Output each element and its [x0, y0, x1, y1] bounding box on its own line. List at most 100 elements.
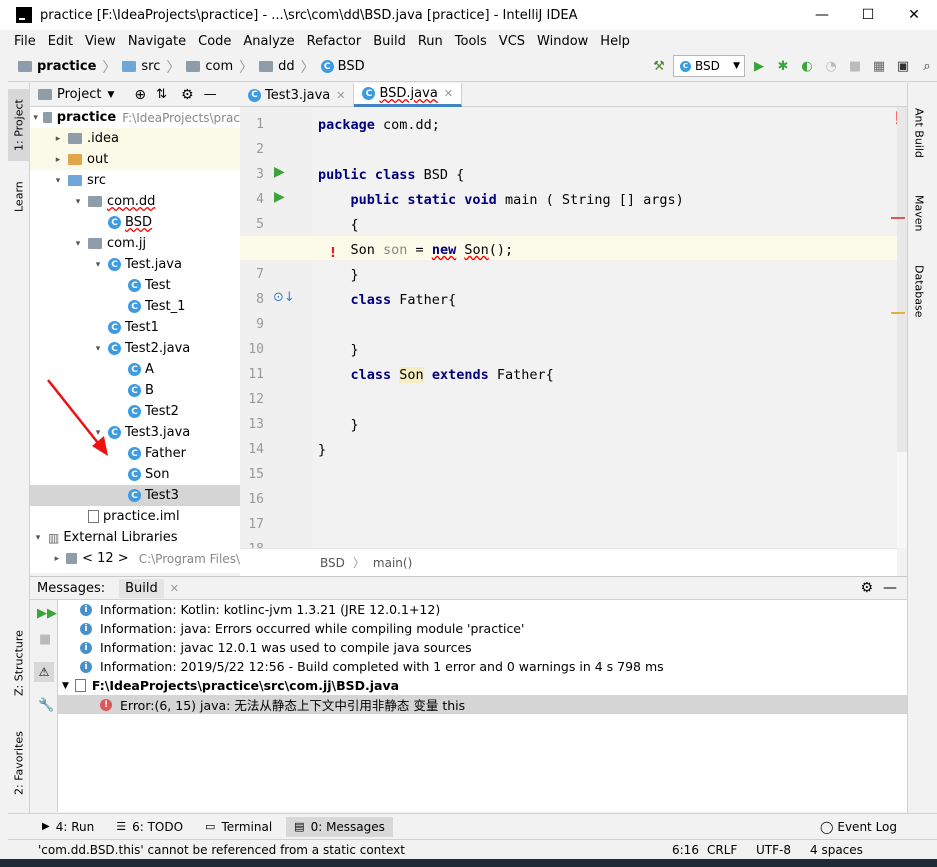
chevron-right-icon[interactable]: ▸ — [52, 134, 64, 144]
profile-icon[interactable]: ◔ — [821, 56, 841, 76]
close-button[interactable]: ✕ — [891, 0, 937, 30]
tab-project[interactable]: 1: Project — [8, 89, 30, 161]
chevron-down-icon[interactable]: ▼ — [107, 90, 114, 100]
chevron-down-icon[interactable]: ▾ — [92, 260, 104, 270]
message-row[interactable]: i Information: Kotlin: kotlinc-jvm 1.3.2… — [58, 600, 907, 619]
chevron-down-icon[interactable]: ▾ — [32, 533, 44, 543]
close-icon[interactable]: ✕ — [336, 89, 345, 102]
run-icon[interactable]: ▶ — [749, 56, 769, 76]
sdk-icon[interactable]: ▣ — [893, 56, 913, 76]
tab-bsd-java[interactable]: C BSD.java ✕ — [354, 83, 463, 107]
menu-refactor[interactable]: Refactor — [301, 34, 368, 49]
tab-run[interactable]: ▶ 4: Run — [34, 817, 102, 837]
event-log-button[interactable]: ◯ Event Log — [812, 817, 905, 837]
tree-item-test[interactable]: C Test — [30, 275, 240, 296]
maximize-button[interactable]: ☐ — [845, 0, 891, 30]
indent-setting[interactable]: 4 spaces — [810, 843, 863, 857]
rerun-icon[interactable]: ▶▶ — [37, 606, 57, 621]
hide-icon[interactable]: — — [883, 580, 897, 596]
chevron-down-icon[interactable]: ▾ — [92, 344, 104, 354]
subclass-marker-icon[interactable]: ⊙↓ — [273, 290, 295, 305]
crumb-bsd-class[interactable]: BSD — [320, 556, 345, 570]
menu-file[interactable]: File — [8, 34, 42, 49]
tree-item-test-1[interactable]: C Test_1 — [30, 296, 240, 317]
tab-test3-java[interactable]: C Test3.java ✕ — [240, 83, 355, 107]
tree-item-test1[interactable]: C Test1 — [30, 317, 240, 338]
menu-vcs[interactable]: VCS — [493, 34, 531, 49]
error-stripe-icon[interactable]: ❗ — [890, 111, 897, 125]
tab-structure[interactable]: Z: Structure — [8, 623, 30, 703]
tab-maven[interactable]: Maven — [908, 191, 930, 235]
stop-icon[interactable]: ■ — [39, 632, 51, 647]
menu-navigate[interactable]: Navigate — [122, 34, 192, 49]
tab-build[interactable]: Build — [119, 578, 164, 598]
menu-help[interactable]: Help — [594, 34, 636, 49]
tree-item-external-libraries[interactable]: ▾ ▥ External Libraries — [30, 527, 240, 548]
tab-learn[interactable]: Learn — [8, 173, 30, 221]
tab-database[interactable]: Database — [908, 261, 930, 321]
tree-item-bsd[interactable]: C BSD — [30, 212, 240, 233]
chevron-right-icon[interactable]: ▸ — [52, 554, 62, 564]
collapse-all-icon[interactable]: ⇅ — [156, 87, 167, 102]
warning-filter-icon[interactable]: ⚠ — [34, 662, 54, 682]
tree-item-idea[interactable]: ▸ .idea — [30, 128, 240, 149]
code-editor[interactable]: ! package com.dd; public class BSD { pub… — [312, 107, 897, 548]
chevron-down-icon[interactable]: ▾ — [72, 197, 84, 207]
menu-code[interactable]: Code — [192, 34, 237, 49]
crumb-practice[interactable]: practice 〉 — [18, 57, 116, 77]
run-config-select[interactable]: C BSD ▼ — [673, 55, 745, 77]
menu-run[interactable]: Run — [412, 34, 449, 49]
wrench-icon[interactable]: 🔧 — [38, 698, 54, 713]
menu-tools[interactable]: Tools — [449, 34, 493, 49]
crumb-dd[interactable]: dd 〉 — [259, 57, 315, 77]
menu-analyze[interactable]: Analyze — [237, 34, 300, 49]
line-separator[interactable]: CRLF — [707, 843, 737, 857]
hide-icon[interactable]: — — [204, 87, 217, 102]
tree-item-jdk-12[interactable]: ▸ < 12 > C:\Program Files\ — [30, 548, 240, 569]
tree-item-test3[interactable]: C Test3 — [30, 485, 240, 506]
message-row[interactable]: i Information: java: Errors occurred whi… — [58, 619, 907, 638]
chevron-down-icon[interactable]: ▾ — [52, 176, 64, 186]
coverage-icon[interactable]: ◐ — [797, 56, 817, 76]
message-row[interactable]: i Information: javac 12.0.1 was used to … — [58, 638, 907, 657]
tab-todo[interactable]: ☰ 6: TODO — [108, 817, 191, 837]
chevron-down-icon[interactable]: ▼ — [62, 681, 69, 691]
project-view-select[interactable]: Project — [57, 87, 101, 102]
tree-item-practice[interactable]: ▾ practice F:\IdeaProjects\prac — [30, 107, 240, 128]
crumb-src[interactable]: src 〉 — [122, 57, 180, 77]
menu-window[interactable]: Window — [531, 34, 594, 49]
editor-scrollbar[interactable] — [891, 107, 907, 548]
tab-ant-build[interactable]: Ant Build — [908, 103, 930, 163]
tree-item-son[interactable]: C Son — [30, 464, 240, 485]
chevron-down-icon[interactable]: ▾ — [72, 239, 84, 249]
message-row[interactable]: i Information: 2019/5/22 12:56 - Build c… — [58, 657, 907, 676]
tab-favorites[interactable]: 2: Favorites — [8, 723, 30, 803]
message-error-row[interactable]: ! Error:(6, 15) java: 无法从静态上下文中引用非静态 变量 … — [58, 695, 907, 714]
gear-icon[interactable]: ⚙ — [860, 580, 873, 596]
tree-item-com-dd[interactable]: ▾ com.dd — [30, 191, 240, 212]
project-structure-icon[interactable]: ▦ — [869, 56, 889, 76]
crumb-main-method[interactable]: main() — [373, 556, 412, 570]
close-icon[interactable]: ✕ — [170, 582, 179, 595]
tab-messages[interactable]: ▤ 0: Messages — [286, 816, 393, 837]
tree-item-out[interactable]: ▸ out — [30, 149, 240, 170]
minimize-button[interactable]: — — [799, 0, 845, 30]
menu-build[interactable]: Build — [367, 34, 412, 49]
caret-position[interactable]: 6:16 — [672, 843, 699, 857]
chevron-down-icon[interactable]: ▾ — [32, 113, 39, 123]
debug-icon[interactable]: ✱ — [773, 56, 793, 76]
tree-item-src[interactable]: ▾ src — [30, 170, 240, 191]
stop-icon[interactable]: ■ — [845, 56, 865, 76]
tree-item-test-java[interactable]: ▾ C Test.java — [30, 254, 240, 275]
tree-item-practice-iml[interactable]: practice.iml — [30, 506, 240, 527]
file-encoding[interactable]: UTF-8 — [756, 843, 791, 857]
tab-terminal[interactable]: ▭ Terminal — [197, 817, 280, 837]
build-hammer-icon[interactable]: ⚒ — [649, 56, 669, 76]
menu-view[interactable]: View — [79, 34, 122, 49]
tree-item-com-jj[interactable]: ▾ com.jj — [30, 233, 240, 254]
run-class-icon[interactable]: ▶ — [274, 164, 285, 180]
crumb-com[interactable]: com 〉 — [186, 57, 253, 77]
close-icon[interactable]: ✕ — [444, 87, 453, 100]
gear-icon[interactable]: ⚙ — [181, 87, 194, 103]
menu-edit[interactable]: Edit — [42, 34, 79, 49]
